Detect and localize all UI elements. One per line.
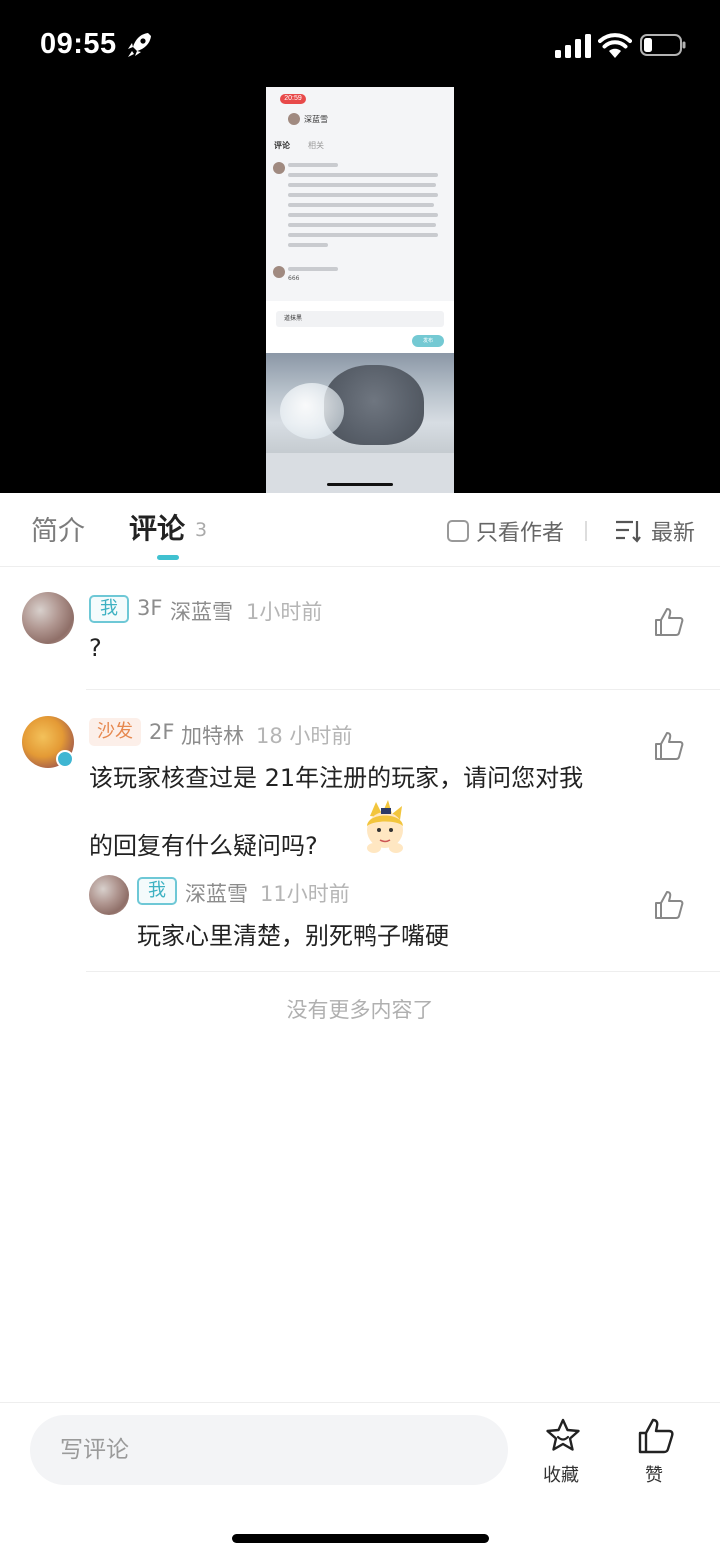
video-home-bar (327, 483, 393, 486)
video-player[interactable]: 09:55 20:59 深蓝雪 评论 相关 666 道抹黑 发布 (0, 0, 720, 493)
no-more-content: 没有更多内容了 (286, 998, 434, 1022)
video-text-line (288, 163, 338, 167)
video-text-line (288, 173, 438, 177)
video-text-line (288, 203, 434, 207)
home-indicator (232, 1534, 489, 1543)
video-keyboard-bowl (280, 383, 344, 439)
comment-input[interactable]: 写评论 (30, 1415, 508, 1485)
video-screen-bottom (266, 453, 454, 493)
video-inner-send: 发布 (412, 335, 444, 347)
tab-divider (585, 521, 587, 541)
reply-time: 11小时前 (260, 882, 350, 906)
video-screen-comments: 20:59 深蓝雪 评论 相关 666 (266, 87, 454, 301)
video-avatar (273, 162, 285, 174)
verified-icon (56, 750, 74, 768)
thumbs-up-icon[interactable] (653, 889, 685, 921)
badge-sofa: 沙发 (89, 718, 141, 746)
thumbs-up-icon[interactable] (653, 730, 685, 762)
reply-author[interactable]: 深蓝雪 (185, 878, 248, 908)
tab-bar: 简介 评论 3 只看作者 最新 (0, 493, 720, 567)
tab-active-indicator (157, 555, 179, 560)
sticker-emoji (367, 800, 403, 853)
status-time: 09:55 (40, 28, 117, 60)
battery-icon (640, 34, 686, 56)
video-text-line (288, 243, 328, 247)
thumbs-up-icon[interactable] (637, 1417, 675, 1455)
comment-author[interactable]: 加特林 (181, 720, 244, 750)
video-inner-title: 深蓝雪 (304, 115, 328, 124)
badge-me: 我 (137, 877, 177, 905)
reply-text: 玩家心里清楚，别死鸭子嘴硬 (137, 922, 449, 950)
video-screen-keyboard (266, 353, 454, 453)
video-inner-reply: 666 (288, 275, 300, 282)
video-inner-input: 道抹黑 (276, 311, 444, 327)
bottom-bar: 写评论 收藏 赞 (0, 1402, 720, 1558)
video-inner-time: 20:59 (280, 94, 306, 104)
comment-text: ? (89, 634, 102, 662)
divider (86, 971, 720, 972)
like-label[interactable]: 赞 (645, 1461, 663, 1487)
sort-latest[interactable]: 最新 (651, 515, 695, 547)
comment-text-line-1: 该玩家核查过是 21年注册的玩家，请问您对我 (89, 764, 584, 792)
wifi-icon (598, 33, 632, 58)
video-text-line (288, 213, 438, 217)
comment-count: 3 (195, 519, 208, 541)
sort-icon[interactable] (615, 519, 641, 543)
video-text-line (288, 233, 438, 237)
badge-me: 我 (89, 595, 129, 623)
thumbs-up-icon[interactable] (653, 606, 685, 638)
video-screen-input: 道抹黑 发布 (266, 301, 454, 353)
comment-floor: 3F (137, 596, 163, 620)
video-text-line (288, 183, 436, 187)
star-icon[interactable] (544, 1417, 582, 1455)
video-inner-tab-comments: 评论 (274, 141, 290, 150)
tab-intro[interactable]: 简介 (31, 509, 85, 548)
video-avatar (273, 266, 285, 278)
video-frame: 20:59 深蓝雪 评论 相关 666 道抹黑 发布 (266, 87, 454, 493)
rocket-icon (128, 33, 151, 57)
avatar[interactable] (89, 875, 129, 915)
video-text-line (288, 223, 436, 227)
signal-icon (555, 34, 591, 58)
status-bar: 09:55 (0, 0, 720, 90)
comment-floor: 2F (149, 720, 175, 744)
author-only-toggle[interactable]: 只看作者 (476, 515, 564, 547)
video-avatar (288, 113, 300, 125)
comment-author[interactable]: 深蓝雪 (170, 596, 233, 626)
avatar[interactable] (22, 592, 74, 644)
divider (86, 689, 720, 690)
video-text-line (288, 267, 338, 271)
video-text-line (288, 193, 438, 197)
comment-text-line-2: 的回复有什么疑问吗? (89, 832, 318, 860)
comment-time: 1小时前 (246, 600, 323, 624)
video-inner-tab-related: 相关 (308, 141, 324, 150)
favorite-label[interactable]: 收藏 (543, 1461, 579, 1487)
checkbox-icon[interactable] (447, 520, 469, 542)
tab-comments[interactable]: 评论 (129, 507, 185, 547)
comment-time: 18 小时前 (256, 724, 353, 748)
